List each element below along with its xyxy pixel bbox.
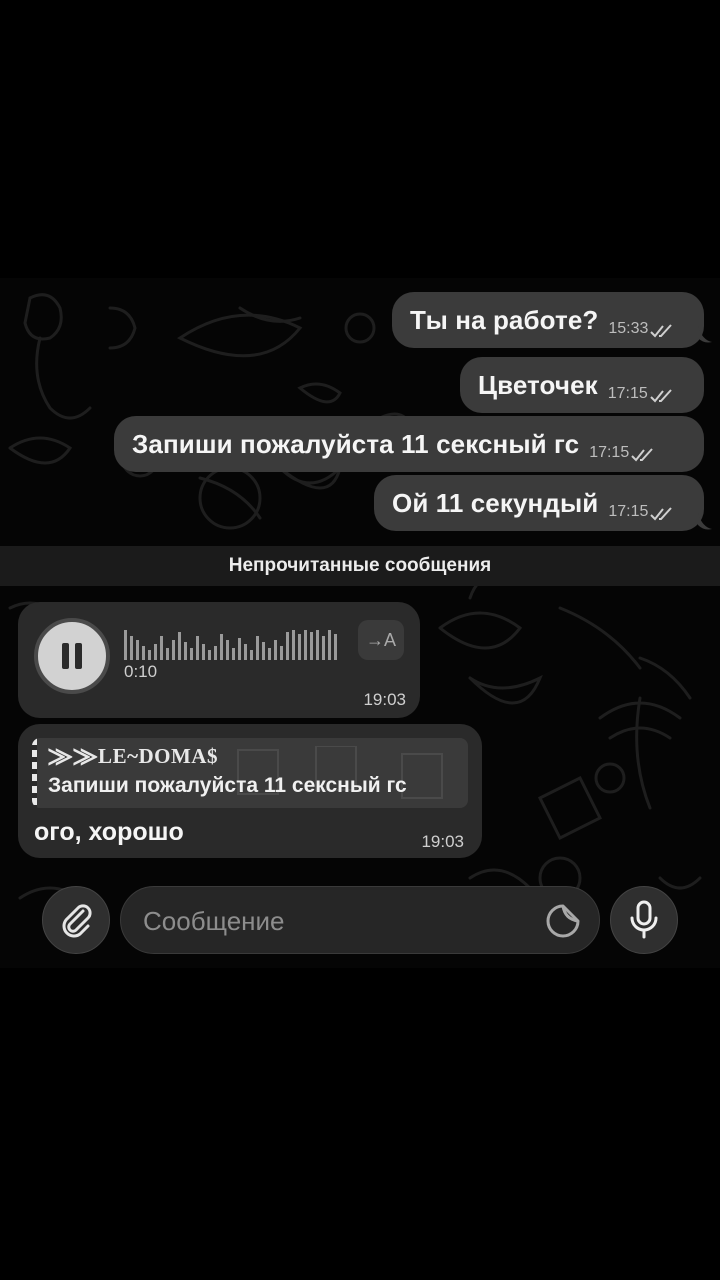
- pause-button[interactable]: [34, 618, 110, 694]
- quote-accent-stripe: [32, 738, 37, 808]
- reply-quote[interactable]: ⨠⨠LE~DOMA$ Запиши пожалуйста 11 сексный …: [32, 738, 468, 808]
- message-time: 19:03: [363, 690, 406, 709]
- reply-message-bubble[interactable]: ⨠⨠LE~DOMA$ Запиши пожалуйста 11 сексный …: [18, 724, 482, 858]
- chat-screen: Ты на работе? 15:33 Цветочек 17:15 Запиш…: [0, 0, 720, 1280]
- message-meta: 15:33: [608, 320, 674, 338]
- message-time: 17:15: [589, 444, 630, 461]
- message-text: Ой 11 секундый: [392, 487, 599, 518]
- attach-button[interactable]: [42, 886, 110, 954]
- message-time: 15:33: [608, 320, 649, 337]
- quote-author: ⨠⨠LE~DOMA$: [48, 744, 218, 768]
- message-time: 19:03: [421, 832, 464, 851]
- voice-waveform[interactable]: [124, 626, 338, 660]
- message-bubble-out[interactable]: Ой 11 секундый 17:15: [374, 475, 704, 531]
- quote-text: Запиши пожалуйста 11 сексный гс: [48, 774, 407, 797]
- message-time: 17:15: [607, 385, 648, 402]
- double-check-icon: [631, 448, 653, 462]
- message-meta: 17:15: [589, 444, 655, 462]
- microphone-button[interactable]: [610, 886, 678, 954]
- voice-duration: 0:10: [124, 662, 158, 681]
- message-text: ого, хорошо: [34, 818, 184, 846]
- voice-message-bubble[interactable]: 0:10 →A 19:03: [18, 602, 420, 718]
- sticker-icon[interactable]: [545, 903, 581, 939]
- message-bubble-out[interactable]: Цветочек 17:15: [460, 357, 704, 413]
- double-check-icon: [650, 507, 673, 521]
- message-text: Запиши пожалуйста 11 сексный гс: [132, 428, 580, 459]
- paperclip-icon: [62, 904, 92, 938]
- transcribe-button[interactable]: →A: [358, 620, 404, 660]
- message-text: Ты на работе?: [410, 304, 599, 335]
- transcribe-label: →A: [365, 629, 396, 650]
- double-check-icon: [650, 324, 673, 338]
- message-field[interactable]: [120, 886, 600, 954]
- microphone-icon: [630, 900, 658, 939]
- bubble-tail: [698, 513, 712, 530]
- unread-messages-divider: Непрочитанные сообщения: [0, 546, 720, 586]
- message-meta: 17:15: [608, 385, 674, 403]
- message-input[interactable]: [141, 897, 525, 945]
- composer-bar: [0, 884, 720, 956]
- message-time: 17:15: [608, 503, 649, 520]
- pause-icon: [62, 643, 69, 669]
- message-text: Цветочек: [478, 369, 598, 400]
- message-bubble-out[interactable]: Запиши пожалуйста 11 сексный гс 17:15: [114, 416, 704, 472]
- message-meta: 17:15: [608, 503, 674, 521]
- unread-divider-label: Непрочитанные сообщения: [228, 555, 492, 576]
- double-check-icon: [650, 389, 672, 403]
- message-bubble-out[interactable]: Ты на работе? 15:33: [392, 292, 704, 348]
- bubble-tail: [698, 326, 712, 343]
